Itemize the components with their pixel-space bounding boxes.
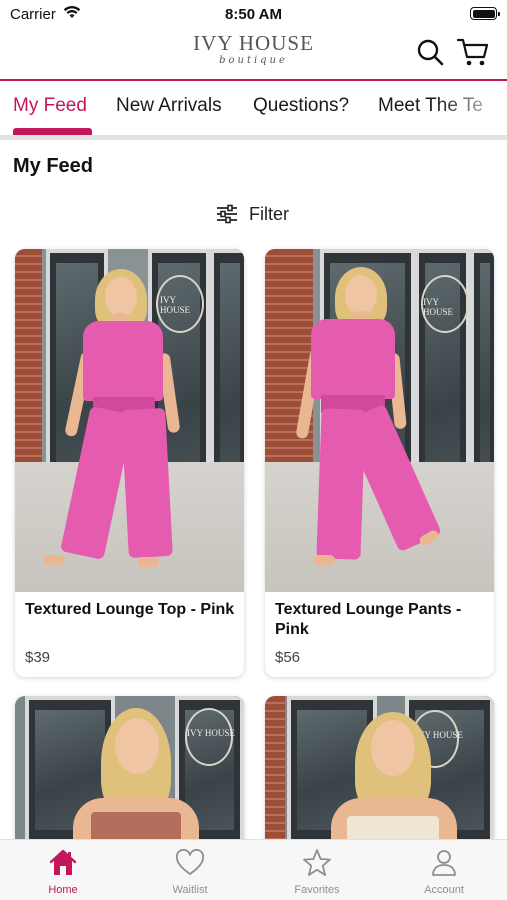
- tab-home-label: Home: [48, 884, 78, 896]
- tab-account-label: Account: [424, 884, 464, 896]
- cart-button[interactable]: [456, 36, 490, 68]
- product-image[interactable]: IVY HOUSE: [265, 249, 494, 592]
- model-photo: [73, 708, 199, 856]
- tab-home[interactable]: Home: [0, 840, 126, 900]
- search-button[interactable]: [416, 36, 446, 68]
- tabs-fade: [437, 81, 507, 137]
- product-name: Textured Lounge Pants - Pink: [275, 601, 462, 638]
- status-bar: Carrier 8:50 AM: [0, 0, 507, 28]
- product-image[interactable]: IVY HOUSE: [265, 696, 494, 856]
- product-price: $39: [25, 649, 51, 666]
- search-icon: [417, 39, 444, 66]
- status-time: 8:50 AM: [225, 6, 282, 23]
- product-name: Textured Lounge Top - Pink: [25, 601, 235, 618]
- star-icon: [303, 849, 331, 876]
- battery-icon: [470, 7, 500, 20]
- tab-questions[interactable]: Questions?: [253, 95, 349, 117]
- tab-new-arrivals[interactable]: New Arrivals: [116, 95, 222, 117]
- filter-button[interactable]: Filter: [215, 202, 289, 226]
- product-price: $56: [275, 649, 301, 666]
- product-card[interactable]: IVY HOUSE Textured Lounge Top - Pink $39: [15, 249, 244, 677]
- bottom-tab-bar: Home Waitlist Favorites Account: [0, 839, 507, 900]
- page-title: My Feed: [13, 155, 94, 177]
- tab-favorites-label: Favorites: [294, 884, 340, 896]
- model-photo: [331, 712, 457, 856]
- tab-waitlist[interactable]: Waitlist: [127, 840, 253, 900]
- category-tabs: My Feed New Arrivals Questions? Meet The…: [0, 81, 507, 137]
- person-icon: [432, 850, 456, 876]
- product-card[interactable]: IVY HOUSE Textured Lounge Pants - Pink $…: [265, 249, 494, 677]
- model-photo: [43, 269, 195, 569]
- tab-waitlist-label: Waitlist: [172, 884, 208, 896]
- tab-favorites[interactable]: Favorites: [254, 840, 380, 900]
- cart-icon: [456, 38, 489, 66]
- brick-wall: [15, 249, 42, 464]
- filter-label: Filter: [249, 203, 289, 224]
- heart-icon: [175, 848, 205, 875]
- tab-account[interactable]: Account: [381, 840, 507, 900]
- tabs-divider: [0, 135, 507, 140]
- product-image[interactable]: IVY HOUSE: [15, 249, 244, 592]
- app-header: IVY HOUSE boutique: [0, 28, 507, 78]
- filter-icon: [217, 204, 237, 224]
- product-image[interactable]: IVY HOUSE: [15, 696, 244, 856]
- brick-wall: [265, 696, 285, 856]
- model-photo: [295, 267, 469, 567]
- tab-my-feed[interactable]: My Feed: [13, 95, 87, 117]
- home-icon: [49, 849, 77, 875]
- active-tab-indicator: [13, 128, 92, 135]
